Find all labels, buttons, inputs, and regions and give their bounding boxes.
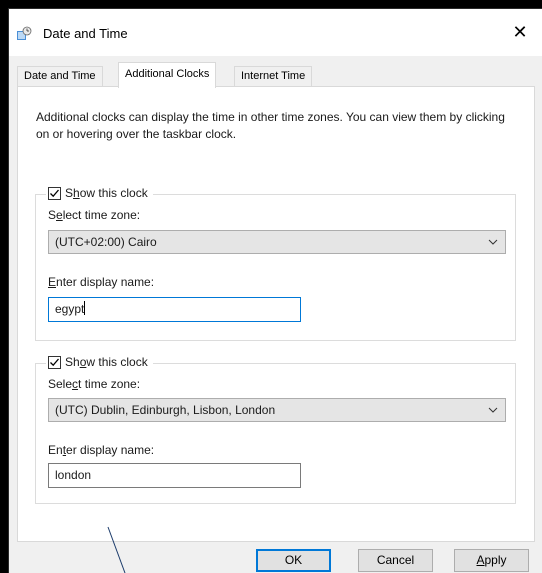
timezone-1-select[interactable]: (UTC+02:00) Cairo (48, 230, 506, 254)
timezone-2-value: (UTC) Dublin, Edinburgh, Lisbon, London (55, 403, 276, 417)
clock-globe-icon (16, 26, 32, 42)
display-name-2-input[interactable]: london (48, 463, 301, 488)
text-caret (84, 301, 86, 315)
display-name-2-label: Enter display name: (48, 443, 155, 457)
additional-clocks-panel: Additional clocks can display the time i… (17, 86, 535, 542)
clock-group-1: Show this clock Select time zone: (UTC+0… (35, 186, 516, 341)
clock-group-2: Show this clock Select time zone: (UTC) … (35, 355, 516, 504)
show-clock-1-checkbox[interactable]: Show this clock (46, 186, 153, 200)
close-button[interactable]: ✕ (498, 17, 542, 47)
ok-button[interactable]: OK (256, 549, 331, 572)
chevron-down-icon (488, 239, 498, 245)
cancel-button[interactable]: Cancel (358, 549, 433, 572)
select-timezone-2-label: Select time zone: (48, 377, 141, 391)
title-bar[interactable]: Date and Time ✕ (9, 9, 542, 56)
select-timezone-1-label: Select time zone: (48, 208, 141, 222)
show-clock-2-checkbox[interactable]: Show this clock (46, 355, 153, 369)
apply-button[interactable]: Apply (454, 549, 529, 572)
window-title: Date and Time (43, 26, 128, 41)
chevron-down-icon (488, 407, 498, 413)
checkbox-checked-icon (48, 355, 61, 369)
date-time-dialog: Date and Time ✕ Date and Time Additional… (8, 8, 542, 573)
show-clock-1-label: Show this clock (65, 186, 148, 200)
intro-text: Additional clocks can display the time i… (36, 110, 505, 141)
tab-date-and-time[interactable]: Date and Time (17, 66, 103, 87)
display-name-1-input[interactable]: egypt (48, 297, 301, 322)
checkbox-checked-icon (48, 186, 61, 200)
display-name-1-label: Enter display name: (48, 275, 155, 289)
tab-internet-time[interactable]: Internet Time (234, 66, 313, 87)
timezone-2-select[interactable]: (UTC) Dublin, Edinburgh, Lisbon, London (48, 398, 506, 422)
close-icon: ✕ (512, 21, 528, 42)
tab-strip: Date and Time Additional Clocks Internet… (17, 62, 542, 88)
tab-additional-clocks[interactable]: Additional Clocks (118, 62, 217, 88)
show-clock-2-label: Show this clock (65, 355, 148, 369)
timezone-1-value: (UTC+02:00) Cairo (55, 235, 157, 249)
